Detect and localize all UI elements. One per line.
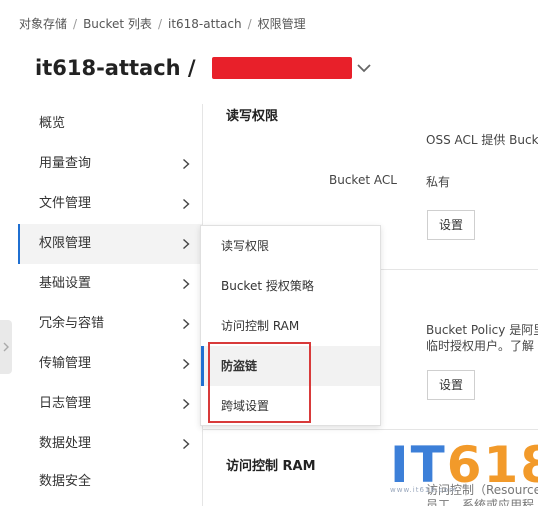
chevron-right-icon	[183, 358, 190, 370]
sidebar-item-data-security[interactable]: 数据安全	[18, 464, 202, 500]
chevron-down-icon[interactable]	[356, 62, 372, 74]
bucket-acl-value: 私有	[426, 175, 451, 189]
sidebar-item-logs[interactable]: 日志管理	[18, 384, 202, 424]
chevron-right-icon	[183, 438, 190, 450]
sidebar-collapse-tab[interactable]	[0, 320, 12, 374]
sidebar-item-label: 权限管理	[39, 236, 92, 251]
logo-text: IT618	[390, 436, 538, 494]
rw-settings-button[interactable]: 设置	[427, 210, 475, 240]
chevron-right-icon	[183, 398, 190, 410]
redaction-block	[211, 57, 352, 79]
page-title-row: it618-attach /	[35, 56, 352, 80]
sidebar-item-usage[interactable]: 用量查询	[18, 144, 202, 184]
rw-description: OSS ACL 提供 Bucke	[426, 133, 538, 147]
breadcrumb-separator: /	[157, 17, 162, 31]
sidebar-item-redundancy[interactable]: 冗余与容错	[18, 304, 202, 344]
section-title-ram: 访问控制 RAM	[226, 459, 316, 474]
chevron-right-icon	[183, 198, 190, 210]
policy-description-line1: Bucket Policy 是阿里	[426, 323, 538, 337]
sidebar-item-label: 日志管理	[39, 396, 92, 411]
policy-description-line2: 临时授权用户。了解	[426, 339, 535, 353]
sidebar-item-label: 数据安全	[39, 474, 92, 489]
sidebar: 概览 用量查询 文件管理 权限管理 基础设置 冗余与容错 传输管理 日志管理 数…	[18, 104, 202, 500]
sidebar-item-label: 数据处理	[39, 436, 92, 451]
submenu-item-rw-permissions[interactable]: 读写权限	[201, 226, 380, 266]
breadcrumb-separator: /	[247, 17, 252, 31]
sidebar-item-label: 用量查询	[39, 156, 92, 171]
breadcrumb-item-bucket-list[interactable]: Bucket 列表	[83, 17, 152, 31]
policy-settings-button[interactable]: 设置	[427, 370, 475, 400]
sidebar-item-basic-settings[interactable]: 基础设置	[18, 264, 202, 304]
section-divider	[380, 269, 538, 270]
sidebar-item-transfer[interactable]: 传输管理	[18, 344, 202, 384]
breadcrumb-item-current: 权限管理	[257, 17, 306, 31]
section-divider	[203, 429, 538, 430]
watermark-logo: IT618 www.it618.com	[390, 436, 538, 500]
annotation-highlight-box	[208, 342, 311, 423]
chevron-right-icon	[3, 342, 9, 352]
sidebar-item-label: 概览	[39, 116, 66, 131]
chevron-right-icon	[183, 318, 190, 330]
breadcrumb-separator: /	[73, 17, 78, 31]
sidebar-item-label: 基础设置	[39, 276, 92, 291]
sidebar-item-overview[interactable]: 概览	[18, 104, 202, 144]
sidebar-item-data-processing[interactable]: 数据处理	[18, 424, 202, 464]
sidebar-item-files[interactable]: 文件管理	[18, 184, 202, 224]
chevron-right-icon	[183, 278, 190, 290]
page-title: it618-attach /	[35, 56, 196, 80]
sidebar-item-label: 传输管理	[39, 356, 92, 371]
sidebar-item-label: 文件管理	[39, 196, 92, 211]
breadcrumb-item-bucket[interactable]: it618-attach	[168, 17, 242, 31]
bucket-acl-label: Bucket ACL	[329, 173, 397, 187]
breadcrumb: 对象存储 / Bucket 列表 / it618-attach / 权限管理	[19, 15, 306, 32]
submenu-item-bucket-policy[interactable]: Bucket 授权策略	[201, 266, 380, 306]
sidebar-item-label: 冗余与容错	[39, 316, 105, 331]
breadcrumb-item-oss[interactable]: 对象存储	[19, 17, 67, 31]
chevron-right-icon	[183, 238, 190, 250]
section-title-rw: 读写权限	[226, 109, 279, 124]
sidebar-item-permissions[interactable]: 权限管理	[18, 224, 202, 264]
chevron-right-icon	[183, 158, 190, 170]
submenu-item-ram[interactable]: 访问控制 RAM	[201, 306, 380, 346]
